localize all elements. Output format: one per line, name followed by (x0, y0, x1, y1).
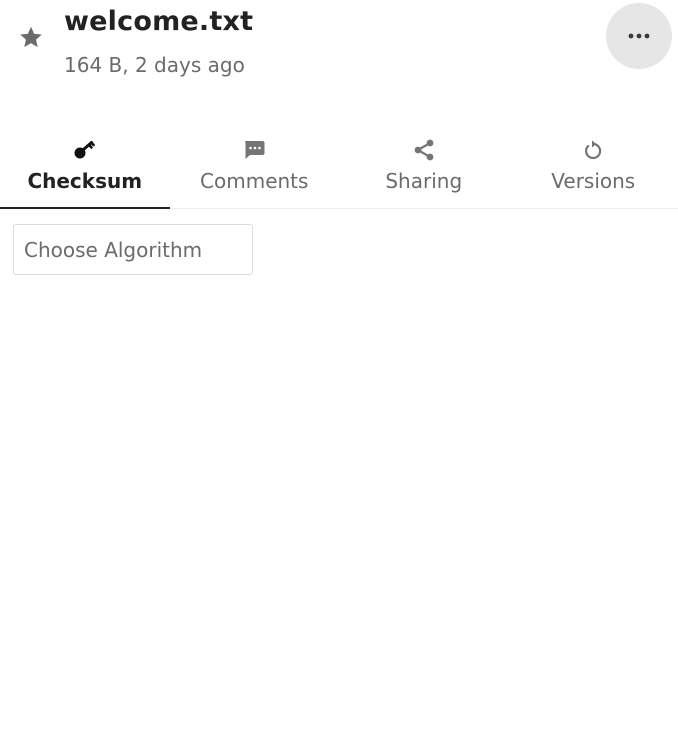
algorithm-select[interactable] (13, 224, 253, 275)
checksum-panel (13, 224, 253, 275)
tab-comments[interactable]: Comments (170, 130, 340, 208)
tab-versions[interactable]: Versions (509, 130, 678, 208)
tab-comments-label: Comments (200, 169, 309, 193)
tab-sharing[interactable]: Sharing (339, 130, 509, 208)
tab-versions-label: Versions (551, 169, 636, 193)
comment-icon (245, 141, 265, 159)
tab-sharing-label: Sharing (385, 169, 463, 193)
tab-checksum[interactable]: Checksum (0, 130, 170, 209)
star-icon (20, 26, 42, 48)
more-horizontal-icon (628, 33, 650, 39)
file-meta: 164 B, 2 days ago (64, 53, 245, 77)
history-icon (585, 140, 602, 160)
sidebar-header: welcome.txt 164 B, 2 days ago (0, 0, 678, 112)
favorite-button[interactable] (14, 20, 48, 54)
key-icon (74, 141, 95, 159)
tab-checksum-label: Checksum (27, 169, 143, 193)
more-actions-button[interactable] (606, 3, 672, 69)
share-icon (414, 139, 434, 161)
file-name: welcome.txt (64, 6, 254, 37)
tab-bar: Checksum Comments Sharing Versions (0, 130, 678, 209)
